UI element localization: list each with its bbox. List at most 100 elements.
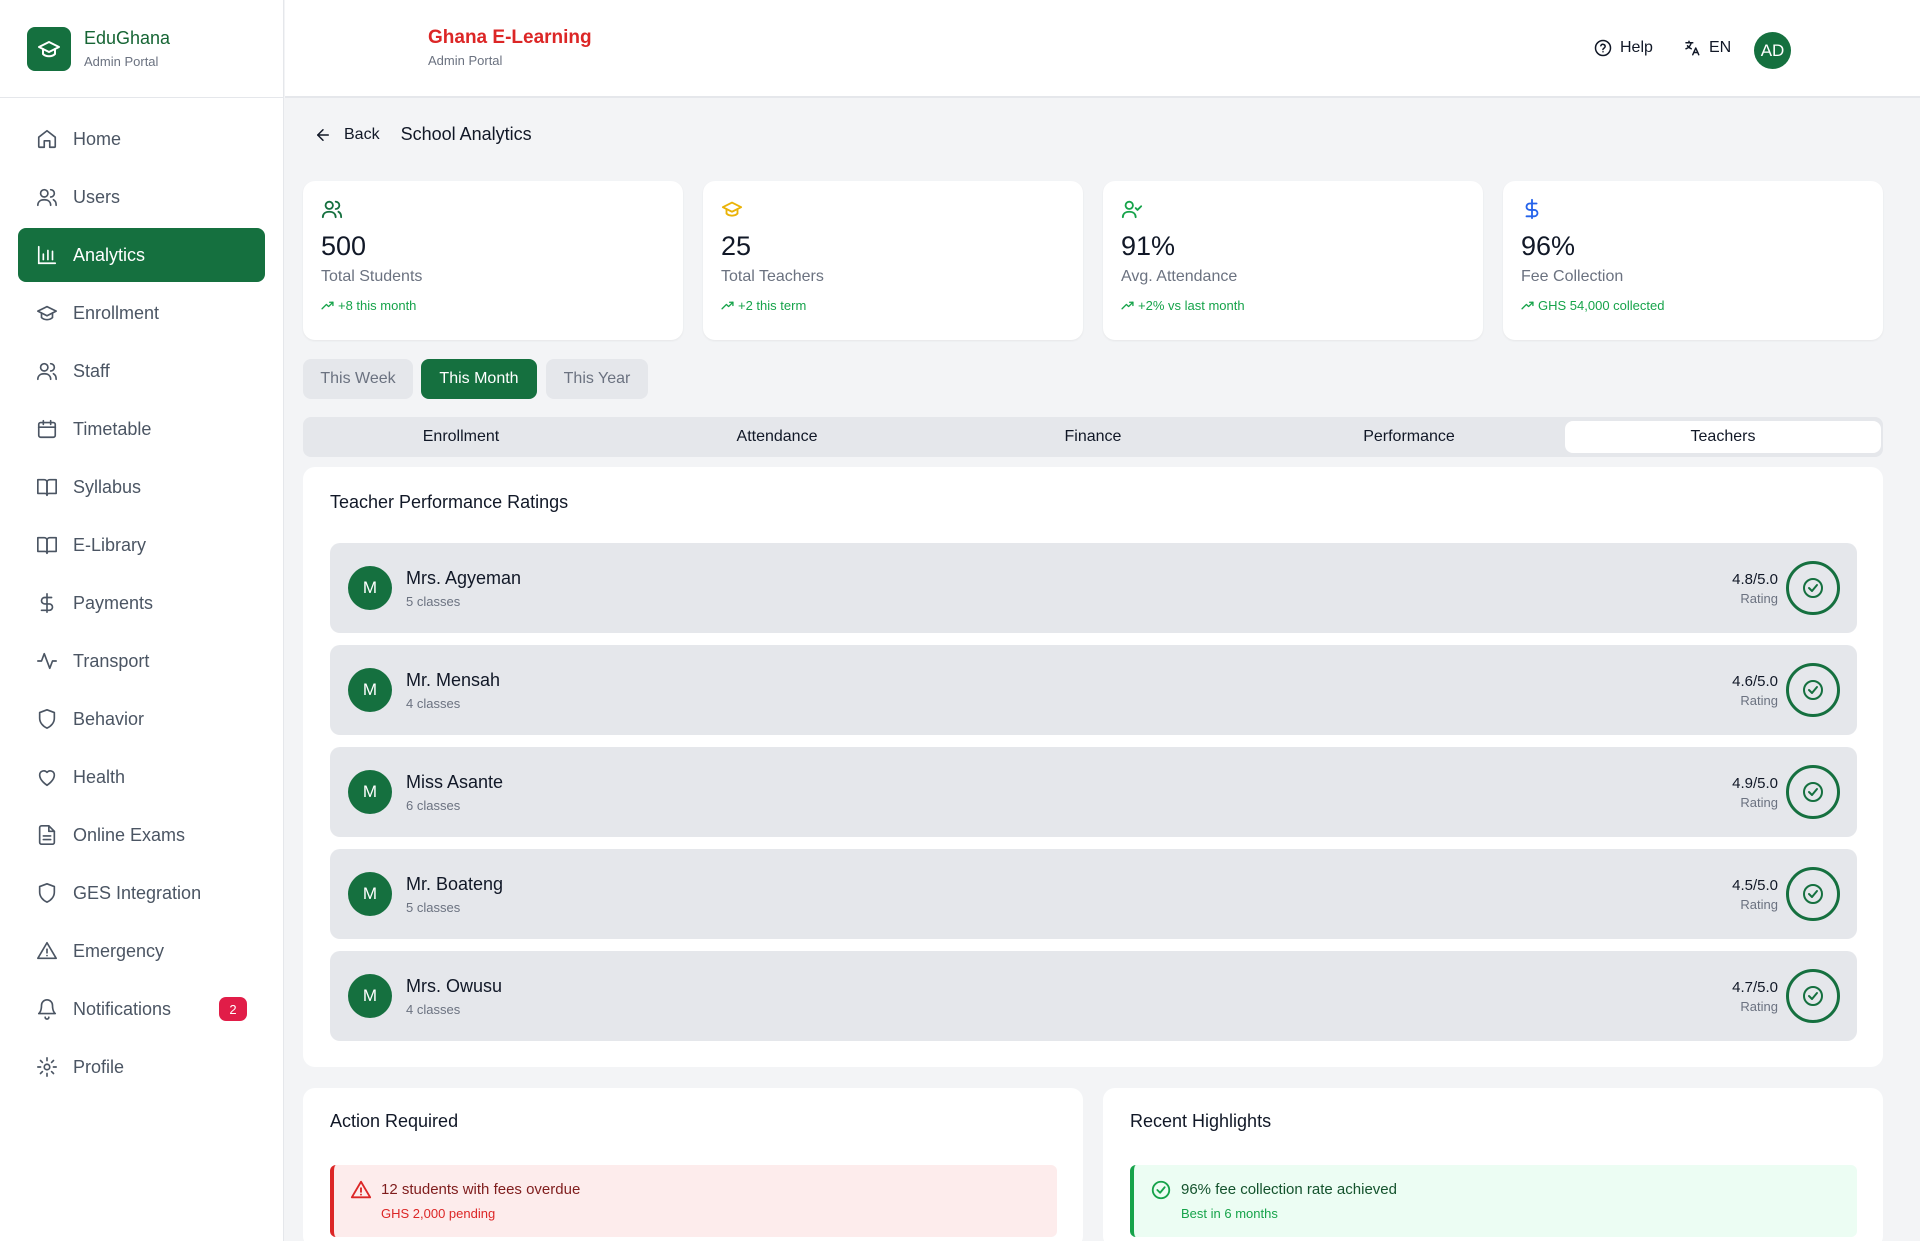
bar-chart-icon — [35, 243, 59, 267]
tab-teachers[interactable]: Teachers — [1565, 421, 1881, 453]
sidebar-item-timetable[interactable]: Timetable — [18, 402, 265, 456]
sidebar-item-e-library[interactable]: E-Library — [18, 518, 265, 572]
tab-performance[interactable]: Performance — [1251, 421, 1567, 453]
panel-title: Teacher Performance Ratings — [330, 492, 569, 512]
trending-up-icon — [1121, 301, 1134, 310]
tab-finance[interactable]: Finance — [935, 421, 1251, 453]
back-button[interactable]: Back — [314, 126, 380, 144]
stat-trend: +2% vs last month — [1121, 298, 1245, 313]
graduation-cap-icon — [35, 301, 59, 325]
sidebar-item-users[interactable]: Users — [18, 170, 265, 224]
trending-up-icon — [321, 301, 334, 310]
rating-label: Rating — [1740, 897, 1778, 912]
teacher-row[interactable]: M Mr. Boateng 5 classes 4.5/5.0 Rating — [330, 849, 1857, 939]
shield-icon — [35, 707, 59, 731]
teacher-rating: 4.6/5.0 — [1732, 673, 1778, 690]
language-label: EN — [1709, 39, 1732, 56]
sidebar-item-payments[interactable]: Payments — [18, 576, 265, 630]
language-switcher[interactable]: EN — [1683, 39, 1731, 57]
tab-attendance[interactable]: Attendance — [619, 421, 935, 453]
sidebar-nav: Home Users Analytics Enrollment Staff Ti… — [0, 98, 283, 1094]
brand[interactable]: EduGhana Admin Portal — [0, 0, 283, 98]
trending-up-icon — [721, 301, 734, 310]
stat-trend-text: +2% vs last month — [1138, 298, 1245, 313]
teacher-classes: 5 classes — [406, 900, 461, 915]
sidebar-item-notifications[interactable]: Notifications 2 — [18, 982, 265, 1036]
period-this-month[interactable]: This Month — [421, 359, 537, 399]
bell-icon — [35, 997, 59, 1021]
stat-trend: GHS 54,000 collected — [1521, 298, 1664, 313]
tab-enrollment[interactable]: Enrollment — [303, 421, 619, 453]
sidebar-item-label: Notifications — [73, 998, 172, 1019]
sidebar-item-label: Payments — [73, 592, 154, 613]
card-title: Recent Highlights — [1130, 1111, 1272, 1131]
teacher-classes: 4 classes — [406, 696, 461, 711]
stat-value: 96% — [1521, 231, 1576, 261]
rating-label: Rating — [1740, 795, 1778, 810]
stat-value: 25 — [721, 231, 752, 261]
teacher-row[interactable]: M Mrs. Owusu 4 classes 4.7/5.0 Rating — [330, 951, 1857, 1041]
user-check-icon — [1121, 198, 1143, 220]
stat-value: 500 — [321, 231, 367, 261]
sidebar-item-home[interactable]: Home — [18, 112, 265, 166]
sidebar-item-profile[interactable]: Profile — [18, 1040, 265, 1094]
teacher-rating: 4.8/5.0 — [1732, 571, 1778, 588]
rating-label: Rating — [1740, 693, 1778, 708]
period-this-year[interactable]: This Year — [546, 359, 648, 399]
sidebar-item-label: Users — [73, 186, 121, 207]
stat-trend-text: GHS 54,000 collected — [1538, 298, 1665, 313]
teacher-avatar: M — [348, 668, 392, 712]
stat-trend: +2 this term — [721, 298, 806, 313]
sidebar-item-label: Profile — [73, 1056, 125, 1077]
check-circle-icon — [1786, 867, 1840, 921]
sidebar-item-online-exams[interactable]: Online Exams — [18, 808, 265, 862]
sidebar-item-health[interactable]: Health — [18, 750, 265, 804]
sidebar-item-emergency[interactable]: Emergency — [18, 924, 265, 978]
rating-label: Rating — [1740, 999, 1778, 1014]
period-this-week[interactable]: This Week — [303, 359, 413, 399]
fees-overdue-alert[interactable]: 12 students with fees overdue GHS 2,000 … — [330, 1165, 1057, 1237]
alert-subtext: GHS 2,000 pending — [381, 1206, 496, 1221]
page-title: School Analytics — [400, 124, 532, 144]
teacher-row[interactable]: M Mr. Mensah 4 classes 4.6/5.0 Rating — [330, 645, 1857, 735]
sidebar-item-syllabus[interactable]: Syllabus — [18, 460, 265, 514]
top-header: Ghana E-Learning Admin Portal Help EN AD — [285, 0, 1920, 98]
teacher-avatar: M — [348, 974, 392, 1018]
teacher-name: Mr. Mensah — [406, 670, 501, 690]
alert-text: 12 students with fees overdue — [381, 1181, 581, 1198]
check-circle-icon — [1150, 1179, 1172, 1201]
sidebar-item-behavior[interactable]: Behavior — [18, 692, 265, 746]
alert-text: 96% fee collection rate achieved — [1181, 1181, 1397, 1198]
action-required-card: Action Required 12 students with fees ov… — [303, 1088, 1083, 1241]
sidebar-item-staff[interactable]: Staff — [18, 344, 265, 398]
graduation-cap-icon — [27, 26, 71, 71]
card-title: Action Required — [330, 1111, 459, 1131]
sidebar-item-analytics[interactable]: Analytics — [18, 228, 265, 282]
book-open-icon — [35, 533, 59, 557]
teacher-rating: 4.7/5.0 — [1732, 979, 1778, 996]
teacher-name: Mrs. Agyeman — [406, 568, 522, 588]
sidebar-item-ges-integration[interactable]: GES Integration — [18, 866, 265, 920]
teacher-name: Miss Asante — [406, 772, 504, 792]
sidebar-item-enrollment[interactable]: Enrollment — [18, 286, 265, 340]
fee-collection-highlight[interactable]: 96% fee collection rate achieved Best in… — [1130, 1165, 1857, 1237]
sidebar-item-label: Transport — [73, 650, 150, 671]
teacher-name: Mr. Boateng — [406, 874, 504, 894]
teacher-row[interactable]: M Mrs. Agyeman 5 classes 4.8/5.0 Rating — [330, 543, 1857, 633]
teacher-classes: 4 classes — [406, 1002, 461, 1017]
translate-icon — [1683, 39, 1701, 57]
alert-subtext: Best in 6 months — [1181, 1206, 1278, 1221]
sidebar-item-transport[interactable]: Transport — [18, 634, 265, 688]
check-circle-icon — [1786, 969, 1840, 1023]
help-button[interactable]: Help — [1594, 39, 1653, 57]
dollar-icon — [35, 591, 59, 615]
book-open-icon — [35, 475, 59, 499]
sidebar-item-label: Staff — [73, 360, 110, 381]
analytics-tabs: Enrollment Attendance Finance Performanc… — [303, 417, 1883, 457]
brand-subtitle: Admin Portal — [84, 54, 159, 69]
heart-icon — [35, 765, 59, 789]
teacher-classes: 6 classes — [406, 798, 461, 813]
avatar[interactable]: AD — [1754, 32, 1791, 69]
teacher-row[interactable]: M Miss Asante 6 classes 4.9/5.0 Rating — [330, 747, 1857, 837]
stat-label: Avg. Attendance — [1121, 268, 1238, 285]
